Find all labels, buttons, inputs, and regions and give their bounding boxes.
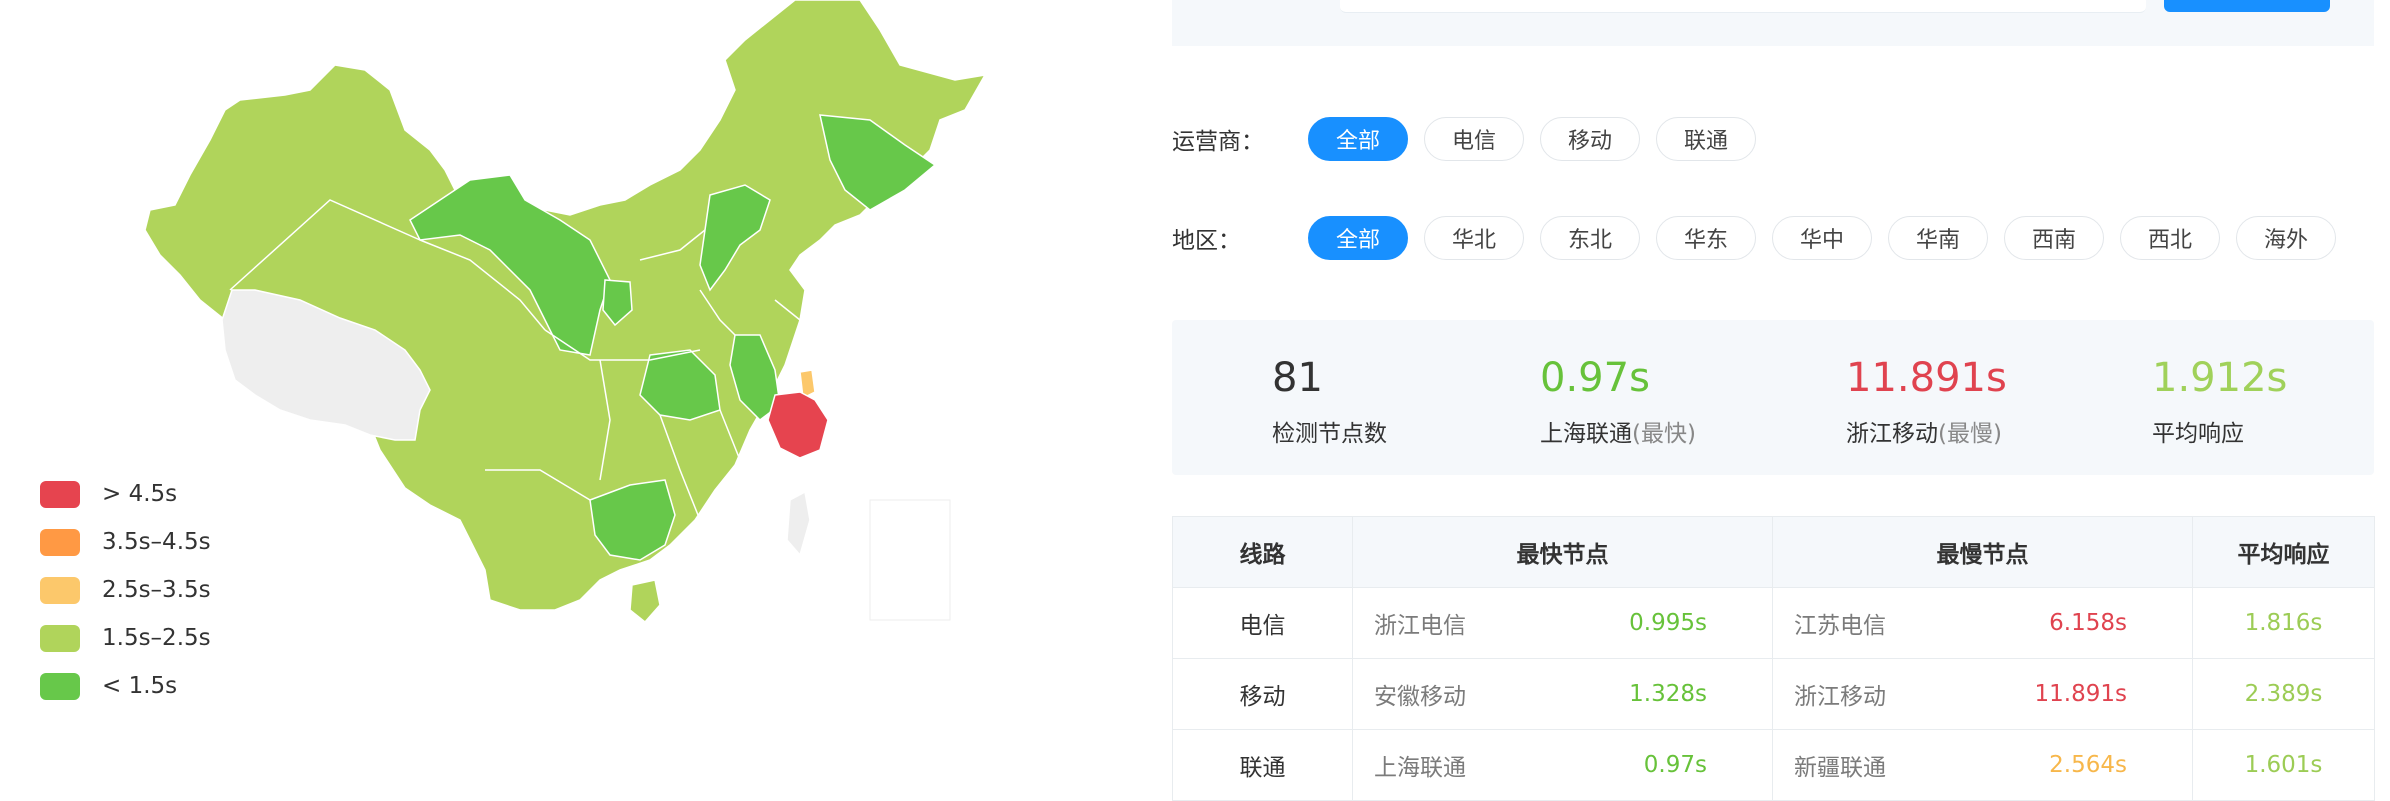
legend-swatch bbox=[40, 672, 80, 700]
check-button[interactable] bbox=[2164, 0, 2330, 12]
stat-slowest-label: 浙江移动(最慢) bbox=[1846, 414, 2007, 448]
slowest-node-name: 浙江移动 bbox=[1794, 684, 1886, 710]
region-chip-north[interactable]: 华北 bbox=[1424, 216, 1524, 260]
table-row[interactable]: 联通 上海联通 0.97s 新疆联通 2.564s 1.601s bbox=[1172, 729, 2375, 801]
cell-line: 电信 bbox=[1172, 587, 1353, 659]
stat-fastest-sub: (最快) bbox=[1632, 421, 1696, 447]
legend-swatch bbox=[40, 528, 80, 556]
map-legend: > 4.5s 3.5s–4.5s 2.5s–3.5s 1.5s–2.5s < 1… bbox=[40, 470, 211, 710]
stat-fastest-node: 上海联通 bbox=[1540, 421, 1632, 447]
legend-item[interactable]: 2.5s–3.5s bbox=[40, 566, 211, 614]
china-map-panel: > 4.5s 3.5s–4.5s 2.5s–3.5s 1.5s–2.5s < 1… bbox=[0, 0, 1160, 784]
header-slowest-node: 最慢节点 bbox=[1772, 516, 2193, 588]
stat-slowest-node: 浙江移动 bbox=[1846, 421, 1938, 447]
fastest-node-time: 0.995s bbox=[1629, 610, 1707, 636]
region-chip-southwest[interactable]: 西南 bbox=[2004, 216, 2104, 260]
region-chip-central[interactable]: 华中 bbox=[1772, 216, 1872, 260]
legend-swatch bbox=[40, 576, 80, 604]
cell-fastest: 安徽移动 1.328s bbox=[1352, 658, 1773, 730]
table-header-row: 线路 最快节点 最慢节点 平均响应 bbox=[1172, 516, 2375, 588]
region-chip-overseas[interactable]: 海外 bbox=[2236, 216, 2336, 260]
stat-node-count-label: 检测节点数 bbox=[1272, 421, 1387, 447]
stat-node-count: 81 检测节点数 bbox=[1272, 354, 1387, 448]
region-chip-east[interactable]: 华东 bbox=[1656, 216, 1756, 260]
carrier-filter: 运营商： 全部 电信 移动 联通 bbox=[1172, 114, 1772, 164]
slowest-node-name: 江苏电信 bbox=[1794, 613, 1886, 639]
region-chip-northeast[interactable]: 东北 bbox=[1540, 216, 1640, 260]
slowest-node-name: 新疆联通 bbox=[1794, 755, 1886, 781]
map-hainan[interactable] bbox=[629, 579, 661, 624]
fastest-node-name: 安徽移动 bbox=[1374, 684, 1466, 710]
carrier-results-table: 线路 最快节点 最慢节点 平均响应 电信 浙江电信 0.995s 江苏电信 6.15… bbox=[1172, 516, 2375, 801]
carrier-filter-label: 运营商： bbox=[1172, 129, 1264, 155]
stat-fastest-label: 上海联通(最快) bbox=[1540, 414, 1696, 448]
fastest-node-time: 0.97s bbox=[1643, 752, 1707, 778]
region-chip-south[interactable]: 华南 bbox=[1888, 216, 1988, 260]
legend-swatch bbox=[40, 480, 80, 508]
cell-fastest: 上海联通 0.97s bbox=[1352, 729, 1773, 801]
legend-item[interactable]: 3.5s–4.5s bbox=[40, 518, 211, 566]
legend-label: > 4.5s bbox=[102, 481, 178, 507]
legend-label: 2.5s–3.5s bbox=[102, 577, 211, 603]
cell-average: 1.816s bbox=[2192, 587, 2375, 659]
carrier-chip-unicom[interactable]: 联通 bbox=[1656, 117, 1756, 161]
stat-average-value: 1.912s bbox=[2152, 355, 2288, 401]
carrier-chip-all[interactable]: 全部 bbox=[1308, 117, 1408, 161]
region-filter-label: 地区： bbox=[1172, 228, 1241, 254]
fastest-node-time: 1.328s bbox=[1629, 681, 1707, 707]
slowest-node-time: 2.564s bbox=[2049, 752, 2127, 778]
legend-item[interactable]: 1.5s–2.5s bbox=[40, 614, 211, 662]
cell-line: 联通 bbox=[1172, 729, 1353, 801]
cell-average: 1.601s bbox=[2192, 729, 2375, 801]
legend-label: 1.5s–2.5s bbox=[102, 625, 211, 651]
summary-stats: 81 检测节点数 0.97s 上海联通(最快) 11.891s 浙江移动(最慢)… bbox=[1172, 320, 2374, 475]
carrier-chip-mobile[interactable]: 移动 bbox=[1540, 117, 1640, 161]
fastest-node-name: 上海联通 bbox=[1374, 755, 1466, 781]
table-row[interactable]: 移动 安徽移动 1.328s 浙江移动 11.891s 2.389s bbox=[1172, 658, 2375, 730]
header-average: 平均响应 bbox=[2192, 516, 2375, 588]
region-chip-all[interactable]: 全部 bbox=[1308, 216, 1408, 260]
cell-line: 移动 bbox=[1172, 658, 1353, 730]
stat-fastest: 0.97s 上海联通(最快) bbox=[1540, 354, 1696, 448]
header-fastest-node: 最快节点 bbox=[1352, 516, 1773, 588]
legend-item[interactable]: > 4.5s bbox=[40, 470, 211, 518]
stat-slowest: 11.891s 浙江移动(最慢) bbox=[1846, 354, 2007, 448]
slowest-node-time: 11.891s bbox=[2034, 681, 2127, 707]
table-row[interactable]: 电信 浙江电信 0.995s 江苏电信 6.158s 1.816s bbox=[1172, 587, 2375, 659]
region-filter: 地区： 全部 华北 东北 华东 华中 华南 西南 西北 海外 bbox=[1172, 213, 2352, 263]
slowest-node-time: 6.158s bbox=[2049, 610, 2127, 636]
cell-average: 2.389s bbox=[2192, 658, 2375, 730]
region-chip-northwest[interactable]: 西北 bbox=[2120, 216, 2220, 260]
stat-average: 1.912s 平均响应 bbox=[2152, 354, 2287, 448]
url-input[interactable] bbox=[1340, 0, 2146, 13]
legend-swatch bbox=[40, 624, 80, 652]
map-south-sea-inset bbox=[869, 499, 951, 621]
stat-slowest-sub: (最慢) bbox=[1938, 421, 2002, 447]
stat-average-label: 平均响应 bbox=[2152, 421, 2244, 447]
stat-slowest-value: 11.891s bbox=[1846, 355, 2007, 401]
stat-node-count-value: 81 bbox=[1272, 355, 1323, 401]
results-panel: 运营商： 全部 电信 移动 联通 地区： 全部 华北 东北 华东 华中 华南 西… bbox=[1172, 0, 2390, 801]
legend-label: 3.5s–4.5s bbox=[102, 529, 211, 555]
map-region-zhejiang[interactable] bbox=[767, 391, 829, 459]
cell-slowest: 浙江移动 11.891s bbox=[1772, 658, 2193, 730]
fastest-node-name: 浙江电信 bbox=[1374, 613, 1466, 639]
search-bar-area bbox=[1172, 0, 2374, 46]
legend-item[interactable]: < 1.5s bbox=[40, 662, 211, 710]
cell-fastest: 浙江电信 0.995s bbox=[1352, 587, 1773, 659]
stat-fastest-value: 0.97s bbox=[1540, 355, 1650, 401]
header-line: 线路 bbox=[1172, 516, 1353, 588]
cell-slowest: 新疆联通 2.564s bbox=[1772, 729, 2193, 801]
map-taiwan[interactable] bbox=[786, 490, 811, 557]
carrier-chip-telecom[interactable]: 电信 bbox=[1424, 117, 1524, 161]
cell-slowest: 江苏电信 6.158s bbox=[1772, 587, 2193, 659]
legend-label: < 1.5s bbox=[102, 673, 178, 699]
